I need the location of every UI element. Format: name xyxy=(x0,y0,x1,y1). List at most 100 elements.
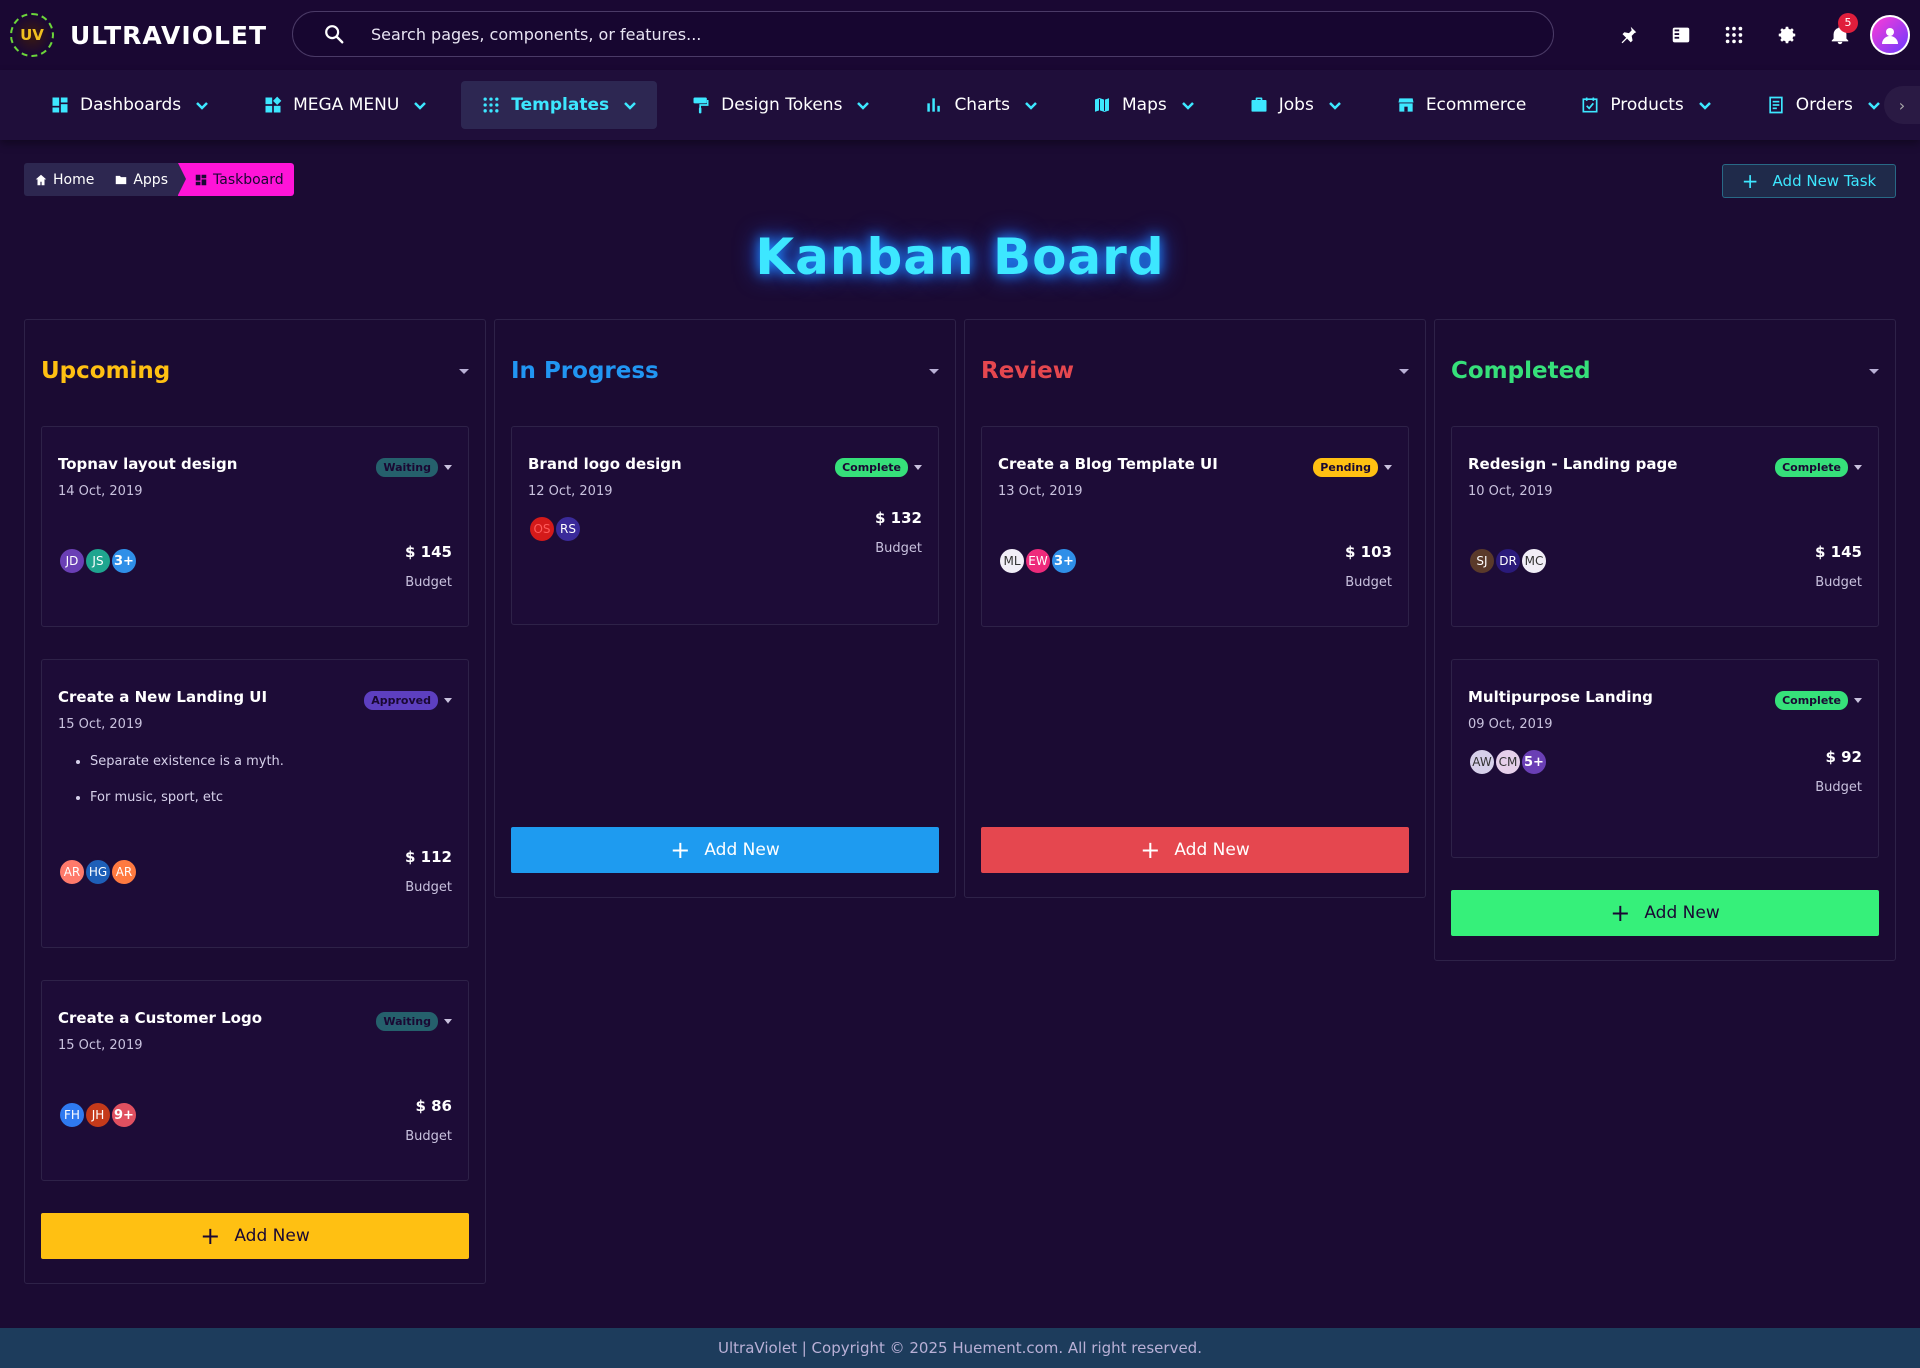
avatar[interactable]: CM xyxy=(1494,748,1522,776)
budget-amount: $ 92 xyxy=(1825,748,1862,766)
card-menu-caret-icon[interactable] xyxy=(444,1019,452,1024)
app-name: ULTRAVIOLET xyxy=(70,20,268,50)
avatar[interactable]: OS xyxy=(528,515,556,543)
add-new-task-button[interactable]: + Add New Task xyxy=(1722,164,1896,198)
task-date: 15 Oct, 2019 xyxy=(58,717,143,732)
apps-grid-button[interactable] xyxy=(1707,9,1760,62)
card-menu-caret-icon[interactable] xyxy=(444,465,452,470)
nav-scroll-right-button[interactable]: › xyxy=(1884,86,1920,124)
column-menu-caret-icon[interactable] xyxy=(929,368,939,374)
card-menu-caret-icon[interactable] xyxy=(914,465,922,470)
avatar[interactable]: MC xyxy=(1520,547,1548,575)
task-date: 15 Oct, 2019 xyxy=(58,1038,143,1053)
avatar[interactable]: JD xyxy=(58,547,86,575)
column-title: In Progress xyxy=(511,358,659,384)
dashboard-icon xyxy=(52,97,68,113)
logo-badge-icon: UV xyxy=(10,13,54,57)
nav-item-label: Design Tokens xyxy=(721,95,843,115)
task-card[interactable]: Create a New Landing UI 15 Oct, 2019 App… xyxy=(41,659,469,948)
assignee-avatars: JD JS 3+ xyxy=(58,547,138,575)
products-icon xyxy=(1582,97,1598,113)
task-notes: Separate existence is a myth. For music,… xyxy=(90,754,452,805)
nav-item-mega-menu[interactable]: MEGA MENU xyxy=(243,81,447,129)
search-input[interactable] xyxy=(371,24,1553,44)
nav-item-maps[interactable]: Maps xyxy=(1072,81,1215,129)
avatar[interactable]: JH xyxy=(84,1101,112,1129)
card-menu-caret-icon[interactable] xyxy=(1854,698,1862,703)
card-menu-caret-icon[interactable] xyxy=(444,698,452,703)
add-new-in-progress-button[interactable]: + Add New xyxy=(511,827,939,873)
user-avatar[interactable] xyxy=(1870,15,1910,55)
avatar-more[interactable]: 3+ xyxy=(1050,547,1078,575)
avatar[interactable]: AW xyxy=(1468,748,1496,776)
status-badge: Complete xyxy=(1775,691,1848,710)
nav-item-charts[interactable]: Charts xyxy=(904,81,1058,129)
task-card[interactable]: Redesign - Landing page 10 Oct, 2019 Com… xyxy=(1451,426,1879,627)
nav-item-label: Orders xyxy=(1795,95,1853,115)
nav-item-products[interactable]: Products xyxy=(1560,81,1731,129)
column-title: Review xyxy=(981,358,1075,384)
budget-label: Budget xyxy=(405,575,452,590)
pin-icon xyxy=(1621,26,1636,44)
column-menu-caret-icon[interactable] xyxy=(459,368,469,374)
budget-label: Budget xyxy=(1345,575,1392,590)
avatar[interactable]: HG xyxy=(84,858,112,886)
avatar[interactable]: JS xyxy=(84,547,112,575)
nav-item-label: MEGA MENU xyxy=(293,95,400,115)
nav-item-ecommerce[interactable]: Ecommerce xyxy=(1376,81,1547,129)
chevron-down-icon xyxy=(1025,102,1037,110)
task-date: 09 Oct, 2019 xyxy=(1468,717,1553,732)
add-new-completed-button[interactable]: + Add New xyxy=(1451,890,1879,936)
task-card[interactable]: Topnav layout design 14 Oct, 2019 Waitin… xyxy=(41,426,469,627)
avatar-more[interactable]: 9+ xyxy=(110,1101,138,1129)
add-new-review-button[interactable]: + Add New xyxy=(981,827,1409,873)
task-card[interactable]: Create a Customer Logo 15 Oct, 2019 Wait… xyxy=(41,980,469,1181)
task-date: 10 Oct, 2019 xyxy=(1468,484,1553,499)
avatar[interactable]: ML xyxy=(998,547,1026,575)
nav-item-templates[interactable]: Templates xyxy=(461,81,658,129)
breadcrumb: Home Apps Taskboard xyxy=(24,163,294,196)
pin-button[interactable] xyxy=(1601,9,1654,62)
nav-item-label: Jobs xyxy=(1278,95,1314,115)
budget-amount: $ 145 xyxy=(1815,543,1862,561)
breadcrumb-taskboard: Taskboard xyxy=(178,163,294,196)
column-menu-caret-icon[interactable] xyxy=(1869,368,1879,374)
app-logo[interactable]: UV ULTRAVIOLET xyxy=(10,13,292,57)
dashboard-icon xyxy=(195,174,207,185)
avatar[interactable]: DR xyxy=(1494,547,1522,575)
budget-amount: $ 86 xyxy=(415,1097,452,1115)
budget-amount: $ 103 xyxy=(1345,543,1392,561)
avatar[interactable]: FH xyxy=(58,1101,86,1129)
plus-icon: + xyxy=(670,836,691,864)
paint-roller-icon xyxy=(693,97,709,114)
breadcrumb-apps[interactable]: Apps xyxy=(104,163,178,196)
add-new-upcoming-button[interactable]: + Add New xyxy=(41,1213,469,1259)
nav-item-dashboards[interactable]: Dashboards xyxy=(30,81,229,129)
task-card[interactable]: Multipurpose Landing 09 Oct, 2019 Comple… xyxy=(1451,659,1879,858)
breadcrumb-label: Taskboard xyxy=(213,171,284,188)
avatar[interactable]: AR xyxy=(110,858,138,886)
avatar[interactable]: SJ xyxy=(1468,547,1496,575)
avatar-more[interactable]: 3+ xyxy=(110,547,138,575)
settings-button[interactable] xyxy=(1760,9,1813,62)
sidebar-panel-icon xyxy=(1672,27,1689,43)
column-menu-caret-icon[interactable] xyxy=(1399,368,1409,374)
card-menu-caret-icon[interactable] xyxy=(1854,465,1862,470)
notifications-button[interactable]: 5 xyxy=(1813,9,1866,62)
nav-item-jobs[interactable]: Jobs xyxy=(1229,81,1362,129)
avatar[interactable]: RS xyxy=(554,515,582,543)
breadcrumb-home[interactable]: Home xyxy=(24,163,104,196)
task-card[interactable]: Brand logo design 12 Oct, 2019 Complete … xyxy=(511,426,939,625)
avatar[interactable]: AR xyxy=(58,858,86,886)
chevron-down-icon xyxy=(1868,102,1880,110)
card-menu-caret-icon[interactable] xyxy=(1384,465,1392,470)
top-icons: 5 xyxy=(1601,0,1920,70)
notification-count-badge: 5 xyxy=(1838,12,1858,33)
nav-item-orders[interactable]: Orders xyxy=(1746,81,1901,129)
add-new-label: Add New xyxy=(704,840,780,860)
avatar-more[interactable]: 5+ xyxy=(1520,748,1548,776)
task-card[interactable]: Create a Blog Template UI 13 Oct, 2019 P… xyxy=(981,426,1409,627)
panel-button[interactable] xyxy=(1654,9,1707,62)
avatar[interactable]: EW xyxy=(1024,547,1052,575)
nav-item-design-tokens[interactable]: Design Tokens xyxy=(671,81,890,129)
